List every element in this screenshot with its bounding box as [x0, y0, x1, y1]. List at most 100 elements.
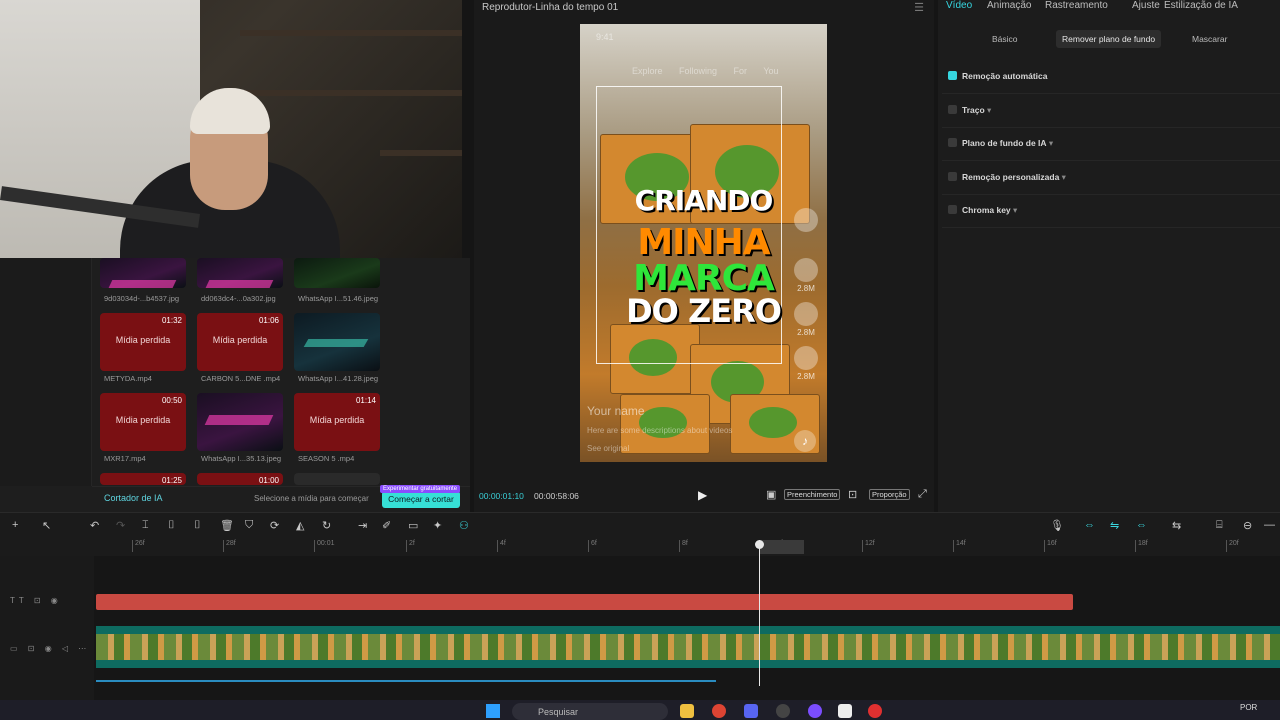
- media-thumbnail[interactable]: [197, 393, 283, 451]
- playhead-handle[interactable]: [755, 540, 764, 549]
- option-row[interactable]: Traço ▾: [948, 104, 991, 116]
- properties-panel: Vídeo Animação Rastreamento Ajuste Estilizaç…: [938, 0, 1280, 512]
- subtab-b-sico[interactable]: Básico: [986, 30, 1024, 48]
- chevron-down-icon[interactable]: ▾: [1059, 172, 1066, 182]
- discord-icon[interactable]: [744, 704, 758, 718]
- option-row[interactable]: Remoção automática: [948, 71, 1048, 81]
- app-icon[interactable]: [776, 704, 790, 718]
- ai-cutter-title[interactable]: Cortador de IA: [104, 493, 163, 503]
- audio-waveform: [96, 680, 716, 682]
- title-line-2: MINHA: [637, 222, 770, 263]
- text-clip[interactable]: [96, 594, 1073, 610]
- file-explorer-icon[interactable]: [680, 704, 694, 718]
- shield-icon[interactable]: ⛉: [245, 519, 253, 532]
- option-row[interactable]: Plano de fundo de IA ▾: [948, 138, 1053, 149]
- chevron-down-icon[interactable]: ▾: [1047, 138, 1053, 148]
- media-thumbnail[interactable]: [294, 313, 380, 371]
- ruler-tick: 12f: [862, 540, 875, 552]
- video-track-controls[interactable]: ▭ ⊡ ◉ ◁ ⋯: [10, 644, 90, 653]
- option-label: Remoção personalizada: [962, 171, 1060, 182]
- checkbox[interactable]: [948, 104, 957, 114]
- ai-person-icon[interactable]: ⚇: [459, 519, 469, 532]
- delete-icon[interactable]: 🗑: [220, 519, 234, 532]
- link-audio-icon[interactable]: ⇔: [1136, 519, 1147, 531]
- microphone-icon[interactable]: 🎙: [1050, 519, 1064, 532]
- language-indicator[interactable]: POR: [1240, 703, 1257, 712]
- magnet-icon[interactable]: ⇋: [1110, 519, 1119, 532]
- media-thumbnail[interactable]: 01:00: [197, 473, 283, 485]
- crop-icon[interactable]: ⊡: [848, 488, 857, 501]
- play-icon[interactable]: ▶: [698, 488, 707, 502]
- media-filename: WhatsApp I...35.13.jpeg: [201, 454, 282, 463]
- fit-icon[interactable]: ⌸: [1216, 519, 1223, 532]
- missing-media-label: Mídia perdida: [115, 415, 171, 425]
- tab-anima-o[interactable]: Animação: [987, 0, 1031, 11]
- media-thumbnail[interactable]: Mídia perdida 00:50: [100, 393, 186, 451]
- media-thumbnail[interactable]: [197, 258, 283, 288]
- select-tool-icon[interactable]: ↖: [42, 519, 51, 532]
- video-clip[interactable]: [96, 626, 1280, 668]
- split-left-icon[interactable]: ⌷: [168, 519, 175, 532]
- media-thumbnail[interactable]: [294, 258, 380, 288]
- ruler-tick: 26f: [132, 540, 145, 552]
- video-preview[interactable]: 9:41 Explore Following For You CRIANDO M…: [580, 24, 827, 462]
- app-icon[interactable]: [808, 704, 822, 718]
- chrome-icon[interactable]: [712, 704, 726, 718]
- media-thumbnail[interactable]: Mídia perdida 01:32: [100, 313, 186, 371]
- windows-start-icon[interactable]: [486, 704, 500, 718]
- text-track-controls[interactable]: TT ⊡ ◉: [10, 596, 62, 605]
- link-main-icon[interactable]: ⇔: [1084, 519, 1095, 531]
- split-right-icon[interactable]: ⌷: [194, 519, 201, 532]
- timeline-ruler[interactable]: 26f28f00:012f4f6f8f10f12f14f16f18f20f: [0, 540, 1280, 556]
- zoom-slider[interactable]: —: [1264, 519, 1275, 531]
- caption-icon[interactable]: ▭: [408, 519, 418, 532]
- media-thumbnail[interactable]: Mídia perdida 01:06: [197, 313, 283, 371]
- preview-axis-icon[interactable]: ⇆: [1172, 519, 1181, 532]
- capcut-icon[interactable]: [838, 704, 852, 718]
- playhead[interactable]: [759, 540, 760, 686]
- mirror-icon[interactable]: ◭: [296, 519, 304, 532]
- media-filename: SEASON 5 .mp4: [298, 454, 355, 463]
- tab-ajuste[interactable]: Ajuste: [1132, 0, 1160, 11]
- checkbox[interactable]: [948, 71, 957, 80]
- snapshot-icon[interactable]: ▣: [766, 488, 776, 501]
- media-thumbnail[interactable]: [100, 258, 186, 288]
- tab-rastreamento[interactable]: Rastreamento: [1045, 0, 1108, 11]
- media-thumbnail[interactable]: Mídia perdida 01:14: [294, 393, 380, 451]
- profile-icon: [794, 208, 818, 234]
- option-row[interactable]: Remoção personalizada ▾: [948, 171, 1066, 183]
- ruler-tick: 20f: [1226, 540, 1239, 552]
- chevron-down-icon[interactable]: ▾: [985, 105, 991, 115]
- zoom-out-icon[interactable]: ⊖: [1243, 519, 1252, 532]
- ruler-tick: 18f: [1135, 540, 1148, 552]
- subtab-mascarar[interactable]: Mascarar: [1186, 30, 1233, 48]
- wand-icon[interactable]: ✦: [433, 519, 442, 532]
- media-filename: METYDA.mp4: [104, 374, 152, 383]
- magic-icon[interactable]: ✐: [382, 519, 391, 532]
- ratio-button[interactable]: Proporção: [869, 489, 910, 500]
- subtab-remover-plano-de-fundo[interactable]: Remover plano de fundo: [1056, 30, 1162, 48]
- crop-icon[interactable]: ⟳: [270, 519, 279, 532]
- redo-icon[interactable]: ↷: [116, 519, 125, 532]
- option-row[interactable]: Chroma key ▾: [948, 205, 1017, 216]
- split-icon[interactable]: ⌶: [142, 519, 149, 532]
- start-cutting-button[interactable]: Começar a cortar: [382, 491, 460, 508]
- taskbar-search[interactable]: Pesquisar: [512, 703, 668, 720]
- media-thumbnail[interactable]: [294, 473, 380, 485]
- menu-icon[interactable]: ☰: [914, 1, 924, 14]
- undo-icon[interactable]: ↶: [90, 519, 99, 532]
- app-icon[interactable]: [868, 704, 882, 718]
- freeze-icon[interactable]: ⇥: [358, 519, 367, 532]
- fill-button[interactable]: Preenchimento: [784, 489, 841, 500]
- checkbox[interactable]: [948, 138, 957, 147]
- tab-estiliza-o-de-ia[interactable]: Estilização de IA: [1164, 0, 1238, 11]
- checkbox[interactable]: [948, 205, 957, 214]
- rotate-icon[interactable]: ↻: [322, 519, 331, 532]
- chevron-down-icon[interactable]: ▾: [1011, 205, 1017, 215]
- media-thumbnail[interactable]: 01:25: [100, 473, 186, 485]
- checkbox[interactable]: [948, 171, 957, 181]
- media-filename: dd063dc4-...0a302.jpg: [201, 294, 276, 303]
- tab-v-deo[interactable]: Vídeo: [946, 0, 972, 11]
- fullscreen-icon[interactable]: ⤢: [918, 488, 927, 501]
- add-icon[interactable]: +: [12, 519, 18, 531]
